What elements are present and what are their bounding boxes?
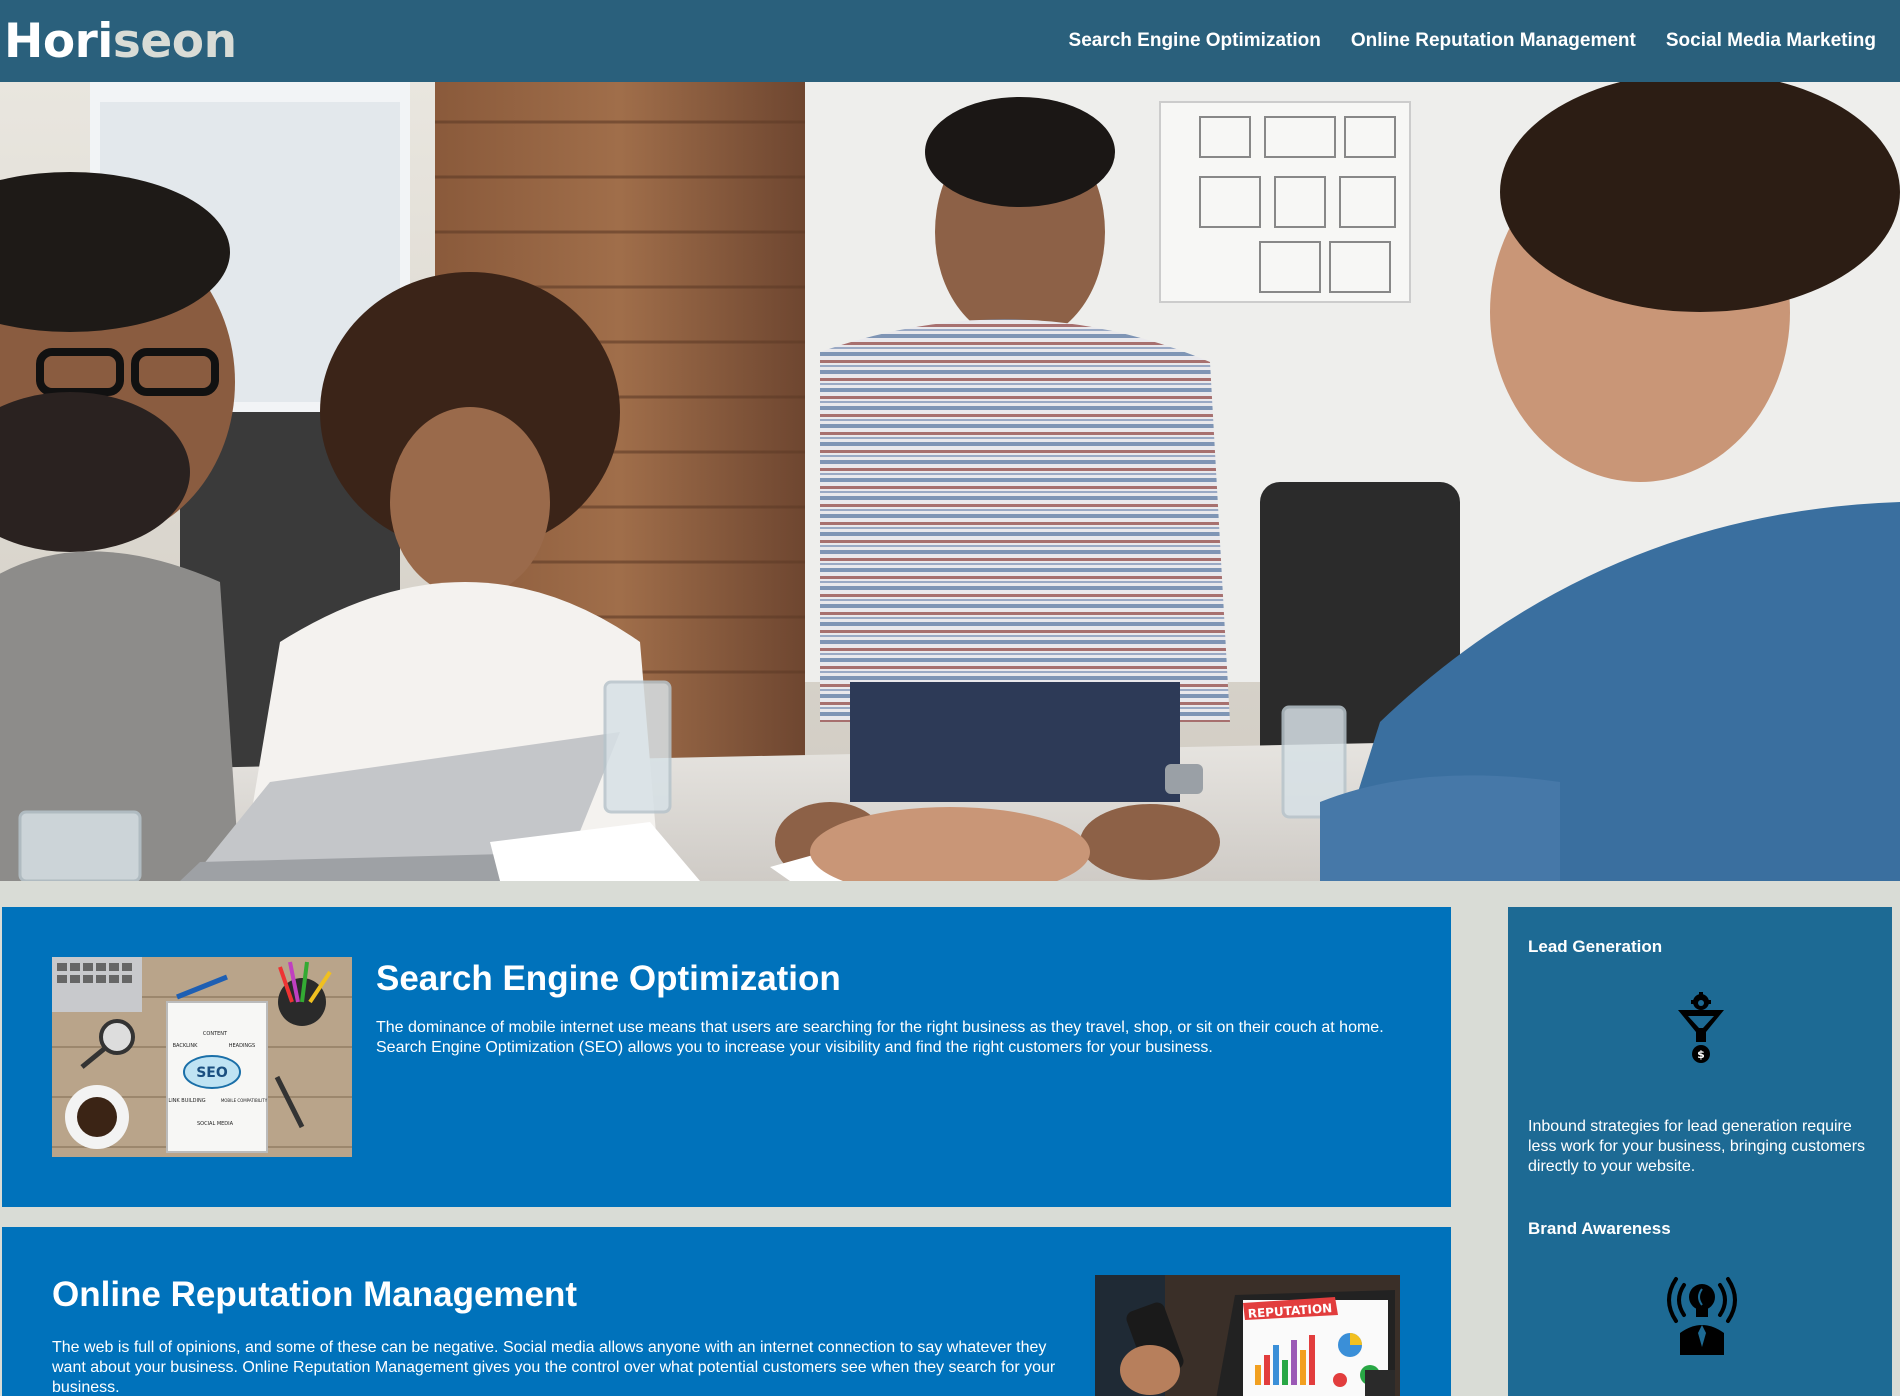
seo-image-word-headings: HEADINGS [229, 1043, 255, 1049]
seo-section: SEO CONTENT BACKLINK HEADINGS LINK BUILD… [2, 907, 1451, 1207]
site-header: Horiseon Search Engine Optimization Onli… [0, 0, 1900, 82]
logo-main: Hori [4, 13, 113, 69]
seo-image-word-link-building: LINK BUILDING [168, 1098, 205, 1104]
brand-heading: Brand Awareness [1528, 1219, 1671, 1238]
nav-link-orm[interactable]: Online Reputation Management [1351, 30, 1636, 52]
site-logo[interactable]: Horiseon [4, 14, 237, 69]
orm-section: Online Reputation Management The web is … [2, 1227, 1451, 1396]
lead-heading: Lead Generation [1528, 937, 1663, 956]
seo-text: The dominance of mobile internet use mea… [376, 1019, 1384, 1056]
benefits-sidebar: Lead Generation $ Inbound strategies for… [1508, 907, 1892, 1396]
nav-link-seo[interactable]: Search Engine Optimization [1069, 30, 1321, 52]
main-nav: Search Engine Optimization Online Reputa… [1039, 30, 1876, 52]
seo-image-word-social: SOCIAL MEDIA [197, 1121, 234, 1127]
brand-awareness-icon [1666, 1275, 1738, 1360]
svg-text:$: $ [1697, 1048, 1705, 1061]
seo-image-word-content: CONTENT [203, 1031, 228, 1037]
orm-text: The web is full of opinions, and some of… [52, 1339, 1056, 1396]
orm-image: REPUTATION [1095, 1275, 1400, 1396]
seo-heading: Search Engine Optimization [376, 959, 841, 998]
lead-generation-icon: $ [1678, 992, 1724, 1069]
nav-link-smm[interactable]: Social Media Marketing [1666, 30, 1876, 52]
seo-image: SEO CONTENT BACKLINK HEADINGS LINK BUILD… [52, 957, 352, 1157]
logo-accent: seon [112, 13, 237, 69]
seo-image-word-seo: SEO [196, 1065, 228, 1081]
orm-heading: Online Reputation Management [52, 1275, 578, 1314]
hero-image [0, 82, 1900, 881]
lead-text: Inbound strategies for lead generation r… [1528, 1118, 1866, 1175]
seo-image-word-backlink: BACKLINK [173, 1043, 199, 1049]
seo-image-word-mobile: MOBILE COMPATIBILITY [221, 1098, 268, 1103]
